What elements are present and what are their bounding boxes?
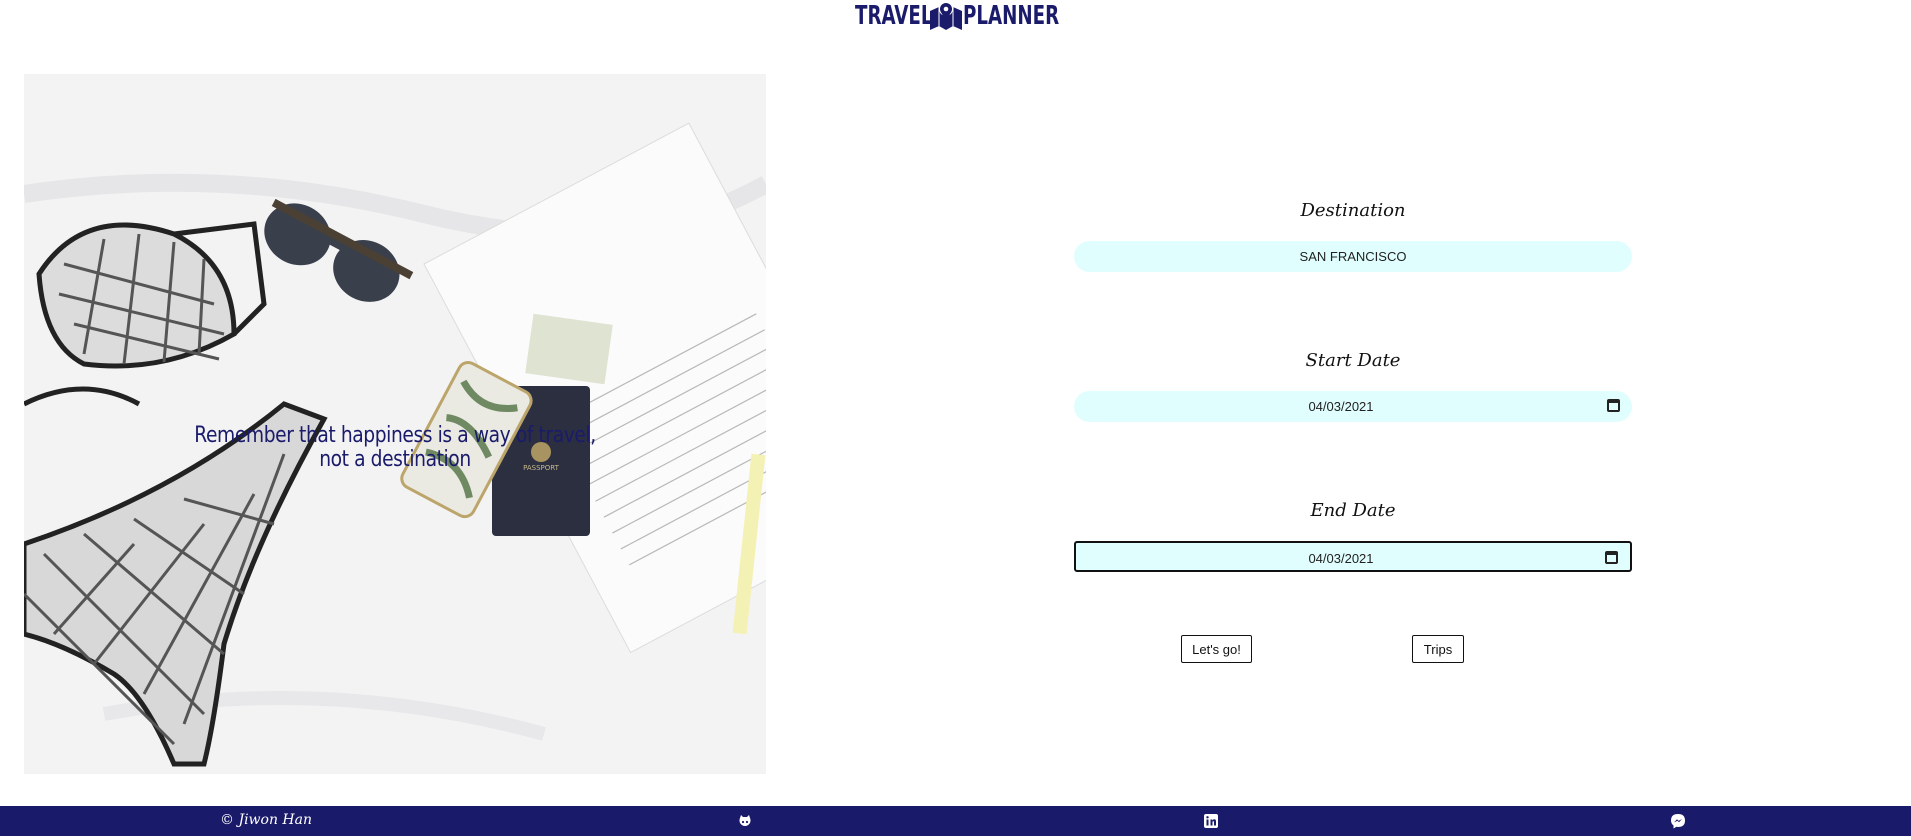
github-icon[interactable] [737,813,753,829]
hero-quote-line1: Remember that happiness is a way of trav… [194,423,596,448]
site-logo[interactable]: TRAVEL PLANNER [855,0,1060,32]
destination-group: Destination SAN FRANCISCO [1074,200,1632,272]
start-date-value: 04/03/2021 [1308,399,1374,414]
start-date-group: Start Date 04/03/2021 [1074,350,1632,422]
destination-label: Destination [1300,200,1406,221]
end-date-label: End Date [1310,500,1396,521]
messenger-icon[interactable] [1670,813,1686,829]
logo-text-travel: TRAVEL [855,1,933,31]
lets-go-button[interactable]: Let's go! [1181,635,1252,663]
footer-credit: © Jiwon Han [220,812,312,828]
logo-text-planner: PLANNER [963,1,1060,31]
start-date-input[interactable]: 04/03/2021 [1074,391,1632,422]
trips-button[interactable]: Trips [1412,635,1464,663]
destination-input[interactable]: SAN FRANCISCO [1074,241,1632,272]
calendar-icon[interactable] [1607,399,1620,412]
end-date-value: 04/03/2021 [1308,551,1374,566]
calendar-icon[interactable] [1605,551,1618,564]
start-date-label: Start Date [1305,350,1401,371]
map-pin-icon [927,1,965,31]
footer: © Jiwon Han [0,806,1911,836]
linkedin-icon[interactable] [1203,813,1219,829]
hero-quote: Remember that happiness is a way of trav… [80,424,711,472]
end-date-input[interactable]: 04/03/2021 [1074,541,1632,572]
end-date-group: End Date 04/03/2021 [1074,500,1632,572]
hero-image: PASSPORT Remember that happiness is a wa… [24,74,766,774]
hero-quote-line2: not a destination [319,447,471,472]
